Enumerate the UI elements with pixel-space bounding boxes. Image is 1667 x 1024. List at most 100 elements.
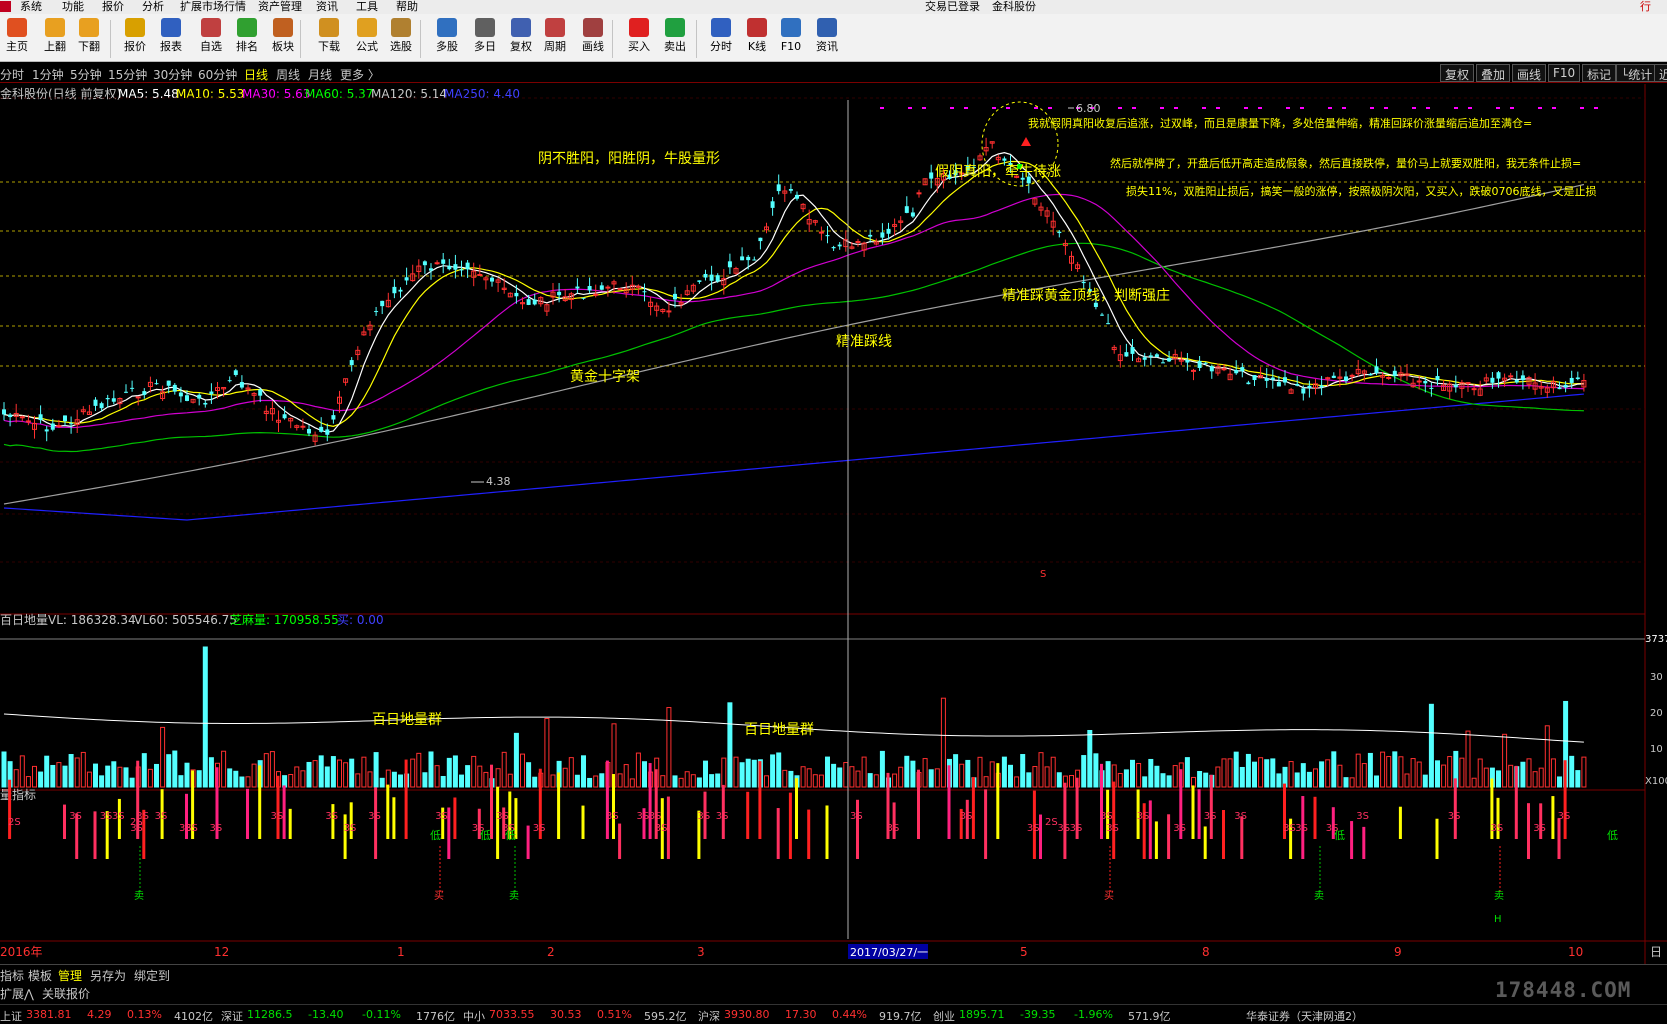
period-15min[interactable]: 15分钟 xyxy=(108,66,147,83)
period-more[interactable]: 更多 〉 xyxy=(340,66,380,83)
indicator-bar xyxy=(526,825,530,859)
toolbar-button-17[interactable]: 买入 xyxy=(622,18,656,62)
menu-help[interactable]: 帮助 xyxy=(396,0,418,14)
candle-body xyxy=(727,261,732,268)
volume-bar xyxy=(68,754,74,788)
toolbar-button-8[interactable]: 板块 xyxy=(266,18,300,62)
signal-dot xyxy=(1370,107,1374,109)
candle-body xyxy=(916,192,922,195)
period-monthly[interactable]: 月线 xyxy=(308,66,332,83)
indicator-bar xyxy=(386,784,390,839)
mark-button[interactable]: 标记 xyxy=(1582,64,1617,82)
candle-body xyxy=(404,277,409,281)
related-quote-button[interactable]: 关联报价 xyxy=(42,985,90,1002)
toolbar-button-3[interactable]: 下翻 xyxy=(72,18,106,62)
menu-analysis[interactable]: 分析 xyxy=(142,0,164,14)
indicator-bar xyxy=(282,785,286,839)
indicator-3s-label: 3S xyxy=(1356,811,1369,822)
toolbar-button-1[interactable]: 主页 xyxy=(0,18,34,62)
date-label-9: 9 xyxy=(1394,945,1402,959)
toolbar-button-7[interactable]: 排名 xyxy=(230,18,264,62)
toolbar-button-6[interactable]: 自选 xyxy=(194,18,228,62)
date-label-12: 12 xyxy=(214,945,229,959)
candle-body xyxy=(8,414,13,418)
toolbar-button-19[interactable]: 分时 xyxy=(704,18,738,62)
toolbar-button-20[interactable]: K线 xyxy=(740,18,774,62)
down-arrow-icon xyxy=(79,18,99,37)
volume-bar xyxy=(446,757,452,788)
toolbar-button-11[interactable]: 选股 xyxy=(384,18,418,62)
period-1min[interactable]: 1分钟 xyxy=(32,66,64,83)
candle-body xyxy=(514,292,519,297)
tab-manage[interactable]: 管理 xyxy=(58,967,82,984)
expand-button[interactable]: 扩展⋀ xyxy=(0,985,34,1002)
toolbar-button-10[interactable]: 公式 xyxy=(350,18,384,62)
menu-system[interactable]: 系统 xyxy=(20,0,42,14)
candle-body xyxy=(166,380,171,386)
toolbar-button-16[interactable]: 画线 xyxy=(576,18,610,62)
period-5min[interactable]: 5分钟 xyxy=(70,66,102,83)
toolbar-button-21[interactable]: F10 xyxy=(774,18,808,62)
volume-bar xyxy=(178,775,184,788)
tab-save-as[interactable]: 另存为 xyxy=(90,967,126,984)
period-intraday[interactable]: 分时 xyxy=(0,66,24,83)
signal-label: 买 xyxy=(1104,890,1114,902)
period-weekly[interactable]: 周线 xyxy=(276,66,300,83)
toolbar-button-22[interactable]: 资讯 xyxy=(810,18,844,62)
period-60min[interactable]: 60分钟 xyxy=(198,66,237,83)
candle-body xyxy=(697,280,702,282)
period-30min[interactable]: 30分钟 xyxy=(153,66,192,83)
period-daily[interactable]: 日线 xyxy=(244,66,268,83)
draw-line-button[interactable]: 画线 xyxy=(1512,64,1547,82)
candle-body xyxy=(1453,384,1458,388)
volume-bar xyxy=(696,777,702,788)
candle-body xyxy=(1496,372,1501,379)
overlay-button[interactable]: 叠加 xyxy=(1476,64,1511,82)
tab-template[interactable]: 模板 xyxy=(28,967,52,984)
adjust-price-button[interactable]: 复权 xyxy=(1440,64,1475,82)
period-bar: 分时 1分钟 5分钟 15分钟 30分钟 60分钟 日线 周线 月线 更多 〉 … xyxy=(0,63,1667,83)
toolbar-button-18[interactable]: 卖出 xyxy=(658,18,692,62)
menu-function[interactable]: 功能 xyxy=(62,0,84,14)
tab-indicator[interactable]: 指标 xyxy=(0,967,24,984)
toolbar-button-5[interactable]: 报表 xyxy=(154,18,188,62)
status-item: 30.53 xyxy=(550,1008,582,1021)
volume-bar xyxy=(373,752,379,788)
volume-bar xyxy=(233,770,239,788)
volume-bar xyxy=(1374,775,1379,788)
toolbar-button-12[interactable]: 多股 xyxy=(430,18,464,62)
toolbar-button-9[interactable]: 下载 xyxy=(312,18,346,62)
volume-bar xyxy=(379,777,385,788)
f10-button[interactable]: F10 xyxy=(1548,64,1581,82)
candle-body xyxy=(1081,281,1086,284)
tab-bind-to[interactable]: 绑定到 xyxy=(134,967,170,984)
near-button[interactable]: 近 xyxy=(1654,64,1667,82)
signal-dot xyxy=(1412,107,1416,109)
menu-news[interactable]: 资讯 xyxy=(316,0,338,14)
toolbar-button-2[interactable]: 上翻 xyxy=(38,18,72,62)
candle-body xyxy=(1100,314,1104,316)
signal-dot xyxy=(1552,107,1556,109)
statistics-button[interactable]: └统计 xyxy=(1616,64,1658,82)
signal-label: 卖 xyxy=(1494,890,1504,902)
menu-asset-management[interactable]: 资产管理 xyxy=(258,0,302,14)
status-item: -1.96% xyxy=(1074,1008,1113,1021)
toolbar-button-13[interactable]: 多日 xyxy=(468,18,502,62)
toolbar-button-15[interactable]: 周期 xyxy=(538,18,572,62)
indicator-3s-label: 3S xyxy=(698,811,711,822)
toolbar-button-14[interactable]: 复权 xyxy=(504,18,538,62)
toolbar-button-4[interactable]: 报价 xyxy=(118,18,152,62)
candle-body xyxy=(447,265,452,270)
indicator-low-label: 低 xyxy=(480,829,491,842)
candle-body xyxy=(855,240,861,243)
volume-scale-10: 10 xyxy=(1650,744,1663,755)
signal-dot xyxy=(1286,107,1290,109)
menu-tools[interactable]: 工具 xyxy=(356,0,378,14)
chart-area[interactable]: 金科股份(日线 前复权) MA5: 5.48 MA10: 5.53 MA30: … xyxy=(0,84,1667,964)
volume-bar xyxy=(428,751,434,788)
menu-extended-market[interactable]: 扩展市场行情 xyxy=(180,0,246,14)
volume-bar xyxy=(1428,703,1434,788)
kline-chart-svg[interactable]: 金科股份(日线 前复权) MA5: 5.48 MA10: 5.53 MA30: … xyxy=(0,84,1667,964)
toolbar-button-label: 自选 xyxy=(200,40,222,53)
menu-quote[interactable]: 报价 xyxy=(102,0,124,14)
